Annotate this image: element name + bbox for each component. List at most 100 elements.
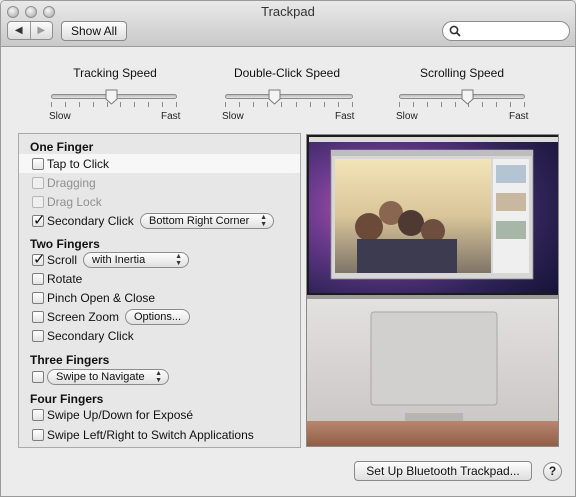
window-title: Trackpad — [261, 4, 315, 19]
screen-zoom-label: Screen Zoom — [47, 310, 120, 324]
drag-lock-checkbox[interactable] — [32, 196, 44, 208]
popup-arrows-icon: ▲ ▼ — [260, 214, 267, 228]
three-finger-swipe-value: Swipe to Navigate — [56, 371, 145, 383]
slider-tick — [78, 102, 80, 107]
double-click-speed-track[interactable] — [225, 94, 353, 99]
scrolling-speed-label: Scrolling Speed — [419, 66, 505, 80]
scroll-option[interactable]: Scroll — [32, 250, 78, 268]
slider-tick — [176, 102, 177, 107]
laptop-trackpad-illustration — [307, 135, 558, 446]
three-finger-swipe-option[interactable] — [32, 369, 47, 385]
slider-tick — [440, 102, 442, 107]
two-finger-secondary-click-label: Secondary Click — [47, 329, 134, 343]
one-finger-heading: One Finger — [30, 140, 94, 154]
scroll-checkbox[interactable] — [32, 250, 46, 268]
secondary-click-corner-popup[interactable]: Bottom Right Corner ▲ ▼ — [140, 213, 274, 229]
slider-tick — [120, 102, 122, 107]
slider-tick — [225, 102, 226, 107]
tracking-speed-slow-label: Slow — [49, 111, 71, 122]
one-finger-secondary-click-option[interactable]: Secondary Click — [32, 211, 134, 229]
rotate-option[interactable]: Rotate — [32, 271, 82, 287]
slider-tick — [454, 102, 456, 107]
slider-tick — [524, 102, 525, 107]
popup-arrows-icon: ▲ ▼ — [175, 253, 182, 267]
slider-tick — [352, 102, 353, 107]
slider-tick — [426, 102, 428, 107]
three-fingers-heading: Three Fingers — [30, 353, 110, 367]
swipe-expose-label: Swipe Up/Down for Exposé — [47, 408, 194, 422]
slider-tick — [309, 102, 311, 107]
slider-tick — [482, 102, 484, 107]
screen-zoom-option[interactable]: Screen Zoom — [32, 309, 119, 325]
search-icon — [449, 25, 461, 37]
swipe-expose-option[interactable]: Swipe Up/Down for Exposé — [32, 407, 193, 423]
tap-to-click-checkbox[interactable] — [32, 158, 44, 170]
slider-tick — [323, 102, 325, 107]
swipe-switch-apps-label: Swipe Left/Right to Switch Applications — [47, 428, 254, 442]
selection-pointer — [288, 154, 297, 174]
gesture-preview-video — [306, 134, 559, 447]
forward-arrow-icon[interactable]: ▶ — [31, 22, 53, 39]
tap-to-click-label: Tap to Click — [47, 157, 110, 171]
drag-lock-option[interactable]: Drag Lock — [32, 194, 102, 210]
slider-tick — [399, 102, 400, 107]
four-fingers-heading: Four Fingers — [30, 392, 104, 406]
slider-tick — [510, 102, 512, 107]
two-finger-secondary-click-checkbox[interactable] — [32, 330, 44, 342]
dragging-option[interactable]: Dragging — [32, 175, 96, 191]
two-finger-secondary-click-option[interactable]: Secondary Click — [32, 328, 134, 344]
toolbar: Trackpad ◀ ▶ Show All — [1, 1, 575, 47]
pinch-option[interactable]: Pinch Open & Close — [32, 290, 155, 306]
slider-tick — [281, 102, 283, 107]
three-finger-swipe-checkbox[interactable] — [32, 371, 44, 383]
back-arrow-icon[interactable]: ◀ — [8, 22, 31, 39]
double-click-speed-label: Double-Click Speed — [233, 66, 341, 80]
one-finger-secondary-click-checkbox[interactable] — [32, 211, 46, 229]
pinch-checkbox[interactable] — [32, 292, 44, 304]
double-click-speed-slow-label: Slow — [222, 111, 244, 122]
slider-tick — [496, 102, 498, 107]
one-finger-secondary-click-label: Secondary Click — [47, 214, 134, 228]
slider-tick — [148, 102, 150, 107]
slider-tick — [295, 102, 297, 107]
pinch-label: Pinch Open & Close — [47, 291, 156, 305]
rotate-checkbox[interactable] — [32, 273, 44, 285]
search-field[interactable] — [442, 21, 570, 41]
setup-bluetooth-trackpad-button[interactable]: Set Up Bluetooth Trackpad... — [354, 461, 532, 481]
dragging-label: Dragging — [47, 176, 96, 190]
slider-tick — [64, 102, 66, 107]
slider-tick — [51, 102, 52, 107]
screen-zoom-options-button[interactable]: Options... — [125, 309, 190, 325]
trackpad-window: Trackpad ◀ ▶ Show All Tracking Speed Slo… — [0, 0, 576, 497]
popup-arrows-icon: ▲ ▼ — [155, 370, 162, 384]
scroll-label: Scroll — [47, 253, 78, 267]
tap-to-click-option[interactable]: Tap to Click — [32, 156, 109, 172]
three-finger-swipe-popup[interactable]: Swipe to Navigate ▲ ▼ — [47, 369, 169, 385]
slider-tick — [337, 102, 339, 107]
slider-tick — [412, 102, 414, 107]
swipe-switch-apps-option[interactable]: Swipe Left/Right to Switch Applications — [32, 427, 254, 443]
help-button[interactable]: ? — [543, 462, 562, 481]
double-click-speed-thumb[interactable] — [268, 89, 281, 105]
back-forward-control: ◀ ▶ — [7, 21, 53, 40]
double-click-speed-fast-label: Fast — [335, 111, 355, 122]
screen-zoom-checkbox[interactable] — [32, 311, 44, 323]
dragging-checkbox[interactable] — [32, 177, 44, 189]
slider-tick — [253, 102, 255, 107]
slider-tick — [239, 102, 241, 107]
slider-tick — [92, 102, 94, 107]
scroll-inertia-popup[interactable]: with Inertia ▲ ▼ — [83, 252, 189, 268]
double-click-speed-ticks — [225, 102, 353, 108]
tracking-speed-thumb[interactable] — [105, 89, 118, 105]
drag-lock-label: Drag Lock — [47, 195, 102, 209]
show-all-button[interactable]: Show All — [61, 21, 127, 41]
tracking-speed-fast-label: Fast — [161, 111, 181, 122]
scrolling-speed-slow-label: Slow — [396, 111, 418, 122]
swipe-switch-apps-checkbox[interactable] — [32, 429, 44, 441]
swipe-expose-checkbox[interactable] — [32, 409, 44, 421]
two-fingers-heading: Two Fingers — [30, 237, 100, 251]
scrolling-speed-thumb[interactable] — [461, 89, 474, 105]
scrolling-speed-fast-label: Fast — [509, 111, 529, 122]
tracking-speed-label: Tracking Speed — [73, 66, 157, 80]
slider-tick — [134, 102, 136, 107]
